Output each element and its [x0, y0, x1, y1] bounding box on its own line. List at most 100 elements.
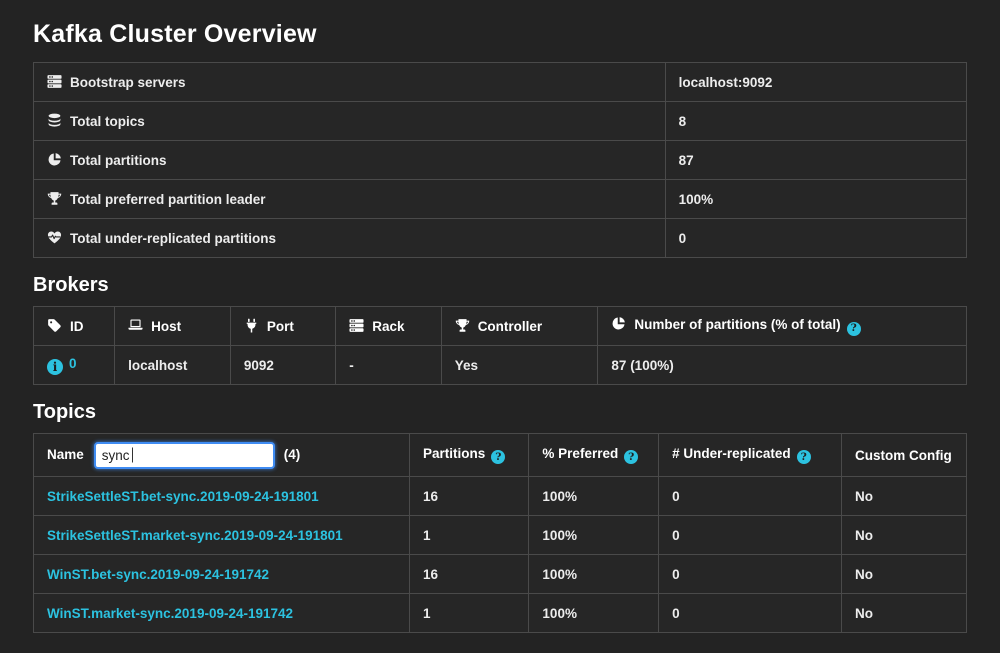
- topic-preferred-cell: 100%: [529, 594, 659, 633]
- server-icon: [349, 318, 364, 333]
- topic-row: StrikeSettleST.market-sync.2019-09-24-19…: [34, 516, 967, 555]
- cluster-value-cell: 0: [665, 219, 966, 258]
- cluster-row-label: Total partitions: [70, 153, 167, 168]
- database-icon: [47, 113, 62, 128]
- topic-preferred-cell: 100%: [529, 555, 659, 594]
- cluster-label-cell: Total under-replicated partitions: [34, 219, 666, 258]
- cluster-label-cell: Total topics: [34, 102, 666, 141]
- cluster-row-label: Total topics: [70, 114, 145, 129]
- topic-under-replicated-cell: 0: [659, 516, 842, 555]
- text-caret: [132, 448, 133, 463]
- topic-row: StrikeSettleST.bet-sync.2019-09-24-19180…: [34, 477, 967, 516]
- cluster-label-cell: Total partitions: [34, 141, 666, 180]
- topic-preferred-cell: 100%: [529, 477, 659, 516]
- topic-under-replicated-cell: 0: [659, 594, 842, 633]
- pie-chart-icon: [47, 152, 62, 167]
- topic-custom-config-cell: No: [841, 516, 966, 555]
- help-icon[interactable]: ?: [797, 450, 811, 464]
- cluster-row-label: Total under-replicated partitions: [70, 231, 276, 246]
- column-label: Number of partitions (% of total): [634, 317, 840, 332]
- cluster-value-cell: 8: [665, 102, 966, 141]
- table-row: Total topics 8: [34, 102, 967, 141]
- topic-link[interactable]: StrikeSettleST.bet-sync.2019-09-24-19180…: [47, 489, 319, 504]
- cluster-row-label: Bootstrap servers: [70, 75, 186, 90]
- broker-rack-cell: -: [336, 346, 441, 385]
- broker-id-link[interactable]: 0: [69, 356, 77, 371]
- topic-name-cell: WinST.bet-sync.2019-09-24-191742: [34, 555, 410, 594]
- topics-col-partitions: Partitions?: [410, 434, 529, 477]
- brokers-header-row: ID Host Port Rack Controller Number of p…: [34, 307, 967, 346]
- info-icon: i: [47, 359, 63, 375]
- plug-icon: [244, 318, 259, 333]
- table-row: Total under-replicated partitions 0: [34, 219, 967, 258]
- column-label: Custom Config: [855, 448, 952, 463]
- topics-col-name: Name (4): [34, 434, 410, 477]
- cluster-row-label: Total preferred partition leader: [70, 192, 266, 207]
- column-label: Controller: [478, 319, 543, 334]
- topic-filter-wrap: [94, 442, 275, 469]
- help-icon[interactable]: ?: [624, 450, 638, 464]
- column-label: Rack: [372, 319, 404, 334]
- brokers-col-port: Port: [230, 307, 335, 346]
- broker-row: i0 localhost 9092 - Yes 87 (100%): [34, 346, 967, 385]
- brokers-table: ID Host Port Rack Controller Number of p…: [33, 306, 967, 385]
- column-label: Host: [151, 319, 181, 334]
- name-column-label: Name: [47, 447, 84, 462]
- column-label: Partitions: [423, 446, 485, 461]
- page-title: Kafka Cluster Overview: [33, 20, 967, 49]
- cluster-label-cell: Bootstrap servers: [34, 63, 666, 102]
- topic-name-cell: WinST.market-sync.2019-09-24-191742: [34, 594, 410, 633]
- column-label: # Under-replicated: [672, 446, 791, 461]
- brokers-col-rack: Rack: [336, 307, 441, 346]
- topic-row: WinST.market-sync.2019-09-24-191742 1 10…: [34, 594, 967, 633]
- cluster-summary-table: Bootstrap servers localhost:9092 Total t…: [33, 62, 967, 258]
- cluster-value-cell: 100%: [665, 180, 966, 219]
- column-label: % Preferred: [542, 446, 618, 461]
- topic-partitions-cell: 16: [410, 555, 529, 594]
- topic-preferred-cell: 100%: [529, 516, 659, 555]
- topic-name-cell: StrikeSettleST.market-sync.2019-09-24-19…: [34, 516, 410, 555]
- broker-id-cell: i0: [34, 346, 115, 385]
- topic-name-cell: StrikeSettleST.bet-sync.2019-09-24-19180…: [34, 477, 410, 516]
- column-label: Port: [267, 319, 294, 334]
- trophy-icon: [47, 191, 62, 206]
- topic-match-count: (4): [284, 447, 301, 462]
- broker-controller-cell: Yes: [441, 346, 598, 385]
- table-row: Total partitions 87: [34, 141, 967, 180]
- topic-under-replicated-cell: 0: [659, 477, 842, 516]
- tag-icon: [47, 318, 62, 333]
- cluster-value-cell: localhost:9092: [665, 63, 966, 102]
- topic-filter-input[interactable]: [94, 442, 275, 469]
- topic-under-replicated-cell: 0: [659, 555, 842, 594]
- brokers-col-controller: Controller: [441, 307, 598, 346]
- brokers-col-partitions: Number of partitions (% of total)?: [598, 307, 967, 346]
- topics-col-custom-config: Custom Config: [841, 434, 966, 477]
- topic-custom-config-cell: No: [841, 555, 966, 594]
- topic-partitions-cell: 16: [410, 477, 529, 516]
- help-icon[interactable]: ?: [847, 322, 861, 336]
- topics-table: Name (4) Partitions? % Preferred? # Under…: [33, 433, 967, 633]
- topics-section-title: Topics: [33, 401, 967, 424]
- column-label: ID: [70, 319, 84, 334]
- topic-partitions-cell: 1: [410, 516, 529, 555]
- laptop-icon: [128, 318, 143, 333]
- trophy-icon: [455, 318, 470, 333]
- help-icon[interactable]: ?: [491, 450, 505, 464]
- heartbeat-icon: [47, 230, 62, 245]
- brokers-section-title: Brokers: [33, 274, 967, 297]
- topics-col-preferred: % Preferred?: [529, 434, 659, 477]
- topic-custom-config-cell: No: [841, 594, 966, 633]
- broker-host-cell: localhost: [115, 346, 231, 385]
- server-icon: [47, 74, 62, 89]
- topic-link[interactable]: StrikeSettleST.market-sync.2019-09-24-19…: [47, 528, 343, 543]
- topic-link[interactable]: WinST.market-sync.2019-09-24-191742: [47, 606, 293, 621]
- topics-col-under-replicated: # Under-replicated?: [659, 434, 842, 477]
- topic-partitions-cell: 1: [410, 594, 529, 633]
- brokers-col-id: ID: [34, 307, 115, 346]
- pie-chart-icon: [611, 316, 626, 331]
- topic-link[interactable]: WinST.bet-sync.2019-09-24-191742: [47, 567, 269, 582]
- brokers-col-host: Host: [115, 307, 231, 346]
- topic-row: WinST.bet-sync.2019-09-24-191742 16 100%…: [34, 555, 967, 594]
- topic-custom-config-cell: No: [841, 477, 966, 516]
- broker-partitions-cell: 87 (100%): [598, 346, 967, 385]
